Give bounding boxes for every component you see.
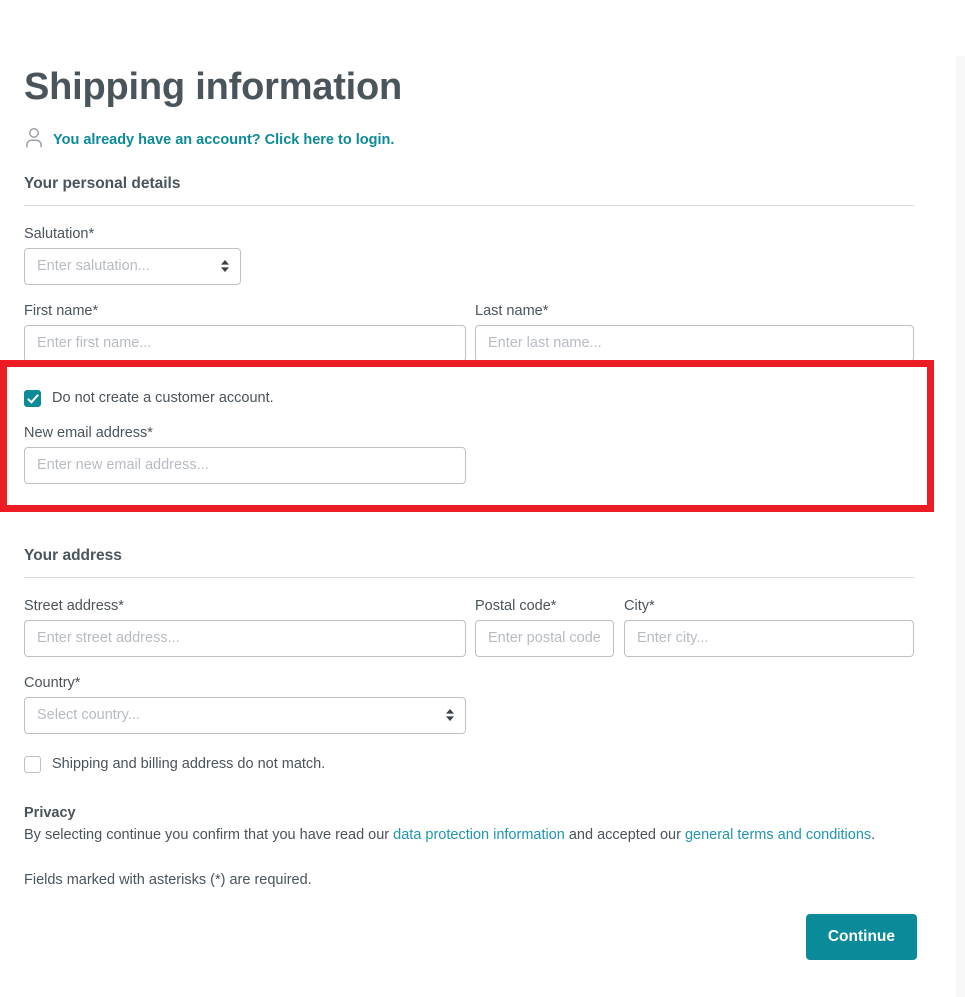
privacy-title: Privacy [24,804,76,821]
city-field-group: City* [624,598,914,657]
street-field-group: Street address* [24,598,466,657]
customer-account-block: Do not create a customer account. New em… [24,362,914,484]
salutation-field-group: Salutation* Enter salutation... [24,226,241,285]
do-not-create-account-label[interactable]: Do not create a customer account. [52,390,274,406]
salutation-label: Salutation* [24,225,95,242]
page-title: Shipping information [24,66,403,108]
country-select[interactable]: Select country... [24,696,466,734]
first-name-input[interactable] [24,324,466,362]
page-right-gutter [956,56,965,997]
street-label: Street address* [24,597,124,614]
postal-code-input[interactable] [475,619,614,657]
privacy-text-part-3: . [871,826,876,843]
email-row: New email address* [24,425,914,484]
section-divider-personal [24,204,914,206]
privacy-text-part-1: By selecting continue you confirm that y… [24,826,394,843]
country-field-group: Country* Select country... [24,675,466,734]
last-name-input[interactable] [475,324,914,362]
city-label: City* [624,597,655,614]
checkout-shipping-page: Shipping information You already have an… [0,0,965,997]
section-heading-address: Your address [24,546,122,564]
new-email-input[interactable] [24,446,466,484]
salutation-select[interactable]: Enter salutation... [24,247,241,285]
privacy-text: By selecting continue you confirm that y… [24,825,914,846]
country-row: Country* Select country... [24,675,914,734]
first-name-label: First name* [24,302,99,319]
address-row: Street address* Postal code* City* [24,598,914,657]
postal-code-field-group: Postal code* [475,598,614,657]
login-link[interactable]: You already have an account? Click here … [53,132,394,148]
salutation-row: Salutation* Enter salutation... [24,226,914,285]
required-fields-note: Fields marked with asterisks (*) are req… [24,871,312,888]
terms-and-conditions-link[interactable]: general terms and conditions [685,827,871,843]
form-content: Shipping information You already have an… [24,0,917,960]
salutation-select-wrap[interactable]: Enter salutation... [24,247,241,285]
country-select-wrap[interactable]: Select country... [24,696,466,734]
continue-button[interactable]: Continue [805,913,917,960]
last-name-label: Last name* [475,302,549,319]
new-email-label: New email address* [24,424,153,441]
section-divider-address [24,576,914,578]
section-heading-personal-details: Your personal details [24,174,181,192]
email-field-group: New email address* [24,425,466,484]
form-actions: Continue [24,888,917,960]
postal-code-label: Postal code* [475,597,557,614]
country-label: Country* [24,674,81,691]
do-not-create-account-checkbox[interactable] [24,389,41,407]
street-address-input[interactable] [24,619,466,657]
billing-address-mismatch-label[interactable]: Shipping and billing address do not matc… [52,756,325,772]
city-input[interactable] [624,619,914,657]
last-name-field-group: Last name* [475,303,914,362]
privacy-section: Privacy By selecting continue you confir… [24,773,914,888]
login-prompt-row[interactable]: You already have an account? Click here … [24,127,914,153]
person-icon [24,127,44,153]
billing-mismatch-checkbox-row[interactable]: Shipping and billing address do not matc… [24,755,914,773]
name-row: First name* Last name* [24,303,914,362]
no-account-checkbox-row[interactable]: Do not create a customer account. [24,389,914,407]
billing-address-mismatch-checkbox[interactable] [24,755,41,773]
data-protection-link[interactable]: data protection information [393,827,565,843]
first-name-field-group: First name* [24,303,466,362]
privacy-text-part-2: and accepted our [564,826,685,843]
